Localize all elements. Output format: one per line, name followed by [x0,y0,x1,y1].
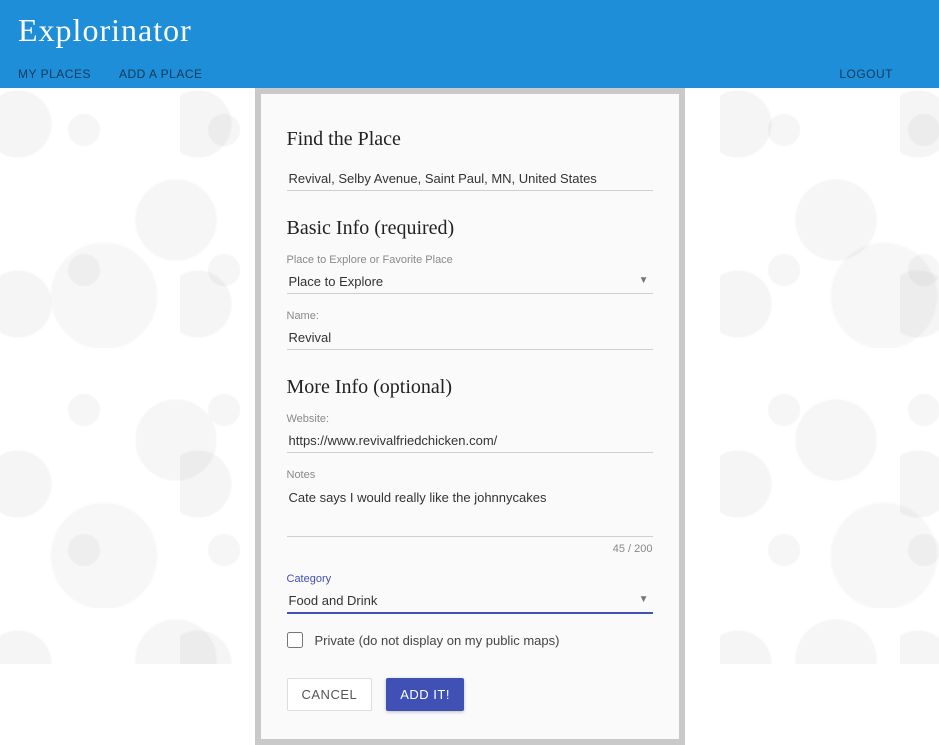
section-more-heading: More Info (optional) [287,376,653,399]
find-place-input[interactable] [287,165,653,190]
name-field[interactable] [287,324,653,350]
private-row[interactable]: Private (do not display on my public map… [287,632,653,648]
cancel-button[interactable]: CANCEL [287,678,373,711]
notes-counter: 45 / 200 [287,543,653,555]
type-field[interactable]: Place to Explore ▼ [287,268,653,294]
category-label: Category [287,573,653,585]
nav-my-places[interactable]: MY PLACES [18,67,91,81]
app-header: Explorinator [0,0,939,60]
section-find-heading: Find the Place [287,128,653,151]
category-field[interactable]: Food and Drink ▼ [287,587,653,614]
button-row: CANCEL ADD IT! [287,678,653,711]
section-basic-heading: Basic Info (required) [287,217,653,240]
add-it-button[interactable]: ADD IT! [386,678,464,711]
find-place-field[interactable] [287,165,653,191]
website-field[interactable] [287,427,653,453]
brand-logo: Explorinator [18,12,192,49]
website-label: Website: [287,413,653,425]
name-label: Name: [287,310,653,322]
notes-label: Notes [287,469,653,481]
type-label: Place to Explore or Favorite Place [287,254,653,266]
caret-down-icon: ▼ [639,594,653,605]
private-label: Private (do not display on my public map… [315,633,560,648]
nav-bar: MY PLACES ADD A PLACE LOGOUT [0,60,939,88]
notes-textarea[interactable] [287,483,653,531]
add-place-card: Find the Place Basic Info (required) Pla… [255,88,685,745]
nav-add-place[interactable]: ADD A PLACE [119,67,203,81]
type-select[interactable]: Place to Explore [287,268,639,293]
private-checkbox[interactable] [287,632,303,648]
name-input[interactable] [287,324,653,349]
caret-down-icon: ▼ [639,275,653,286]
website-input[interactable] [287,427,653,452]
notes-field[interactable] [287,483,653,537]
nav-logout[interactable]: LOGOUT [839,67,893,81]
category-select[interactable]: Food and Drink [287,587,639,612]
